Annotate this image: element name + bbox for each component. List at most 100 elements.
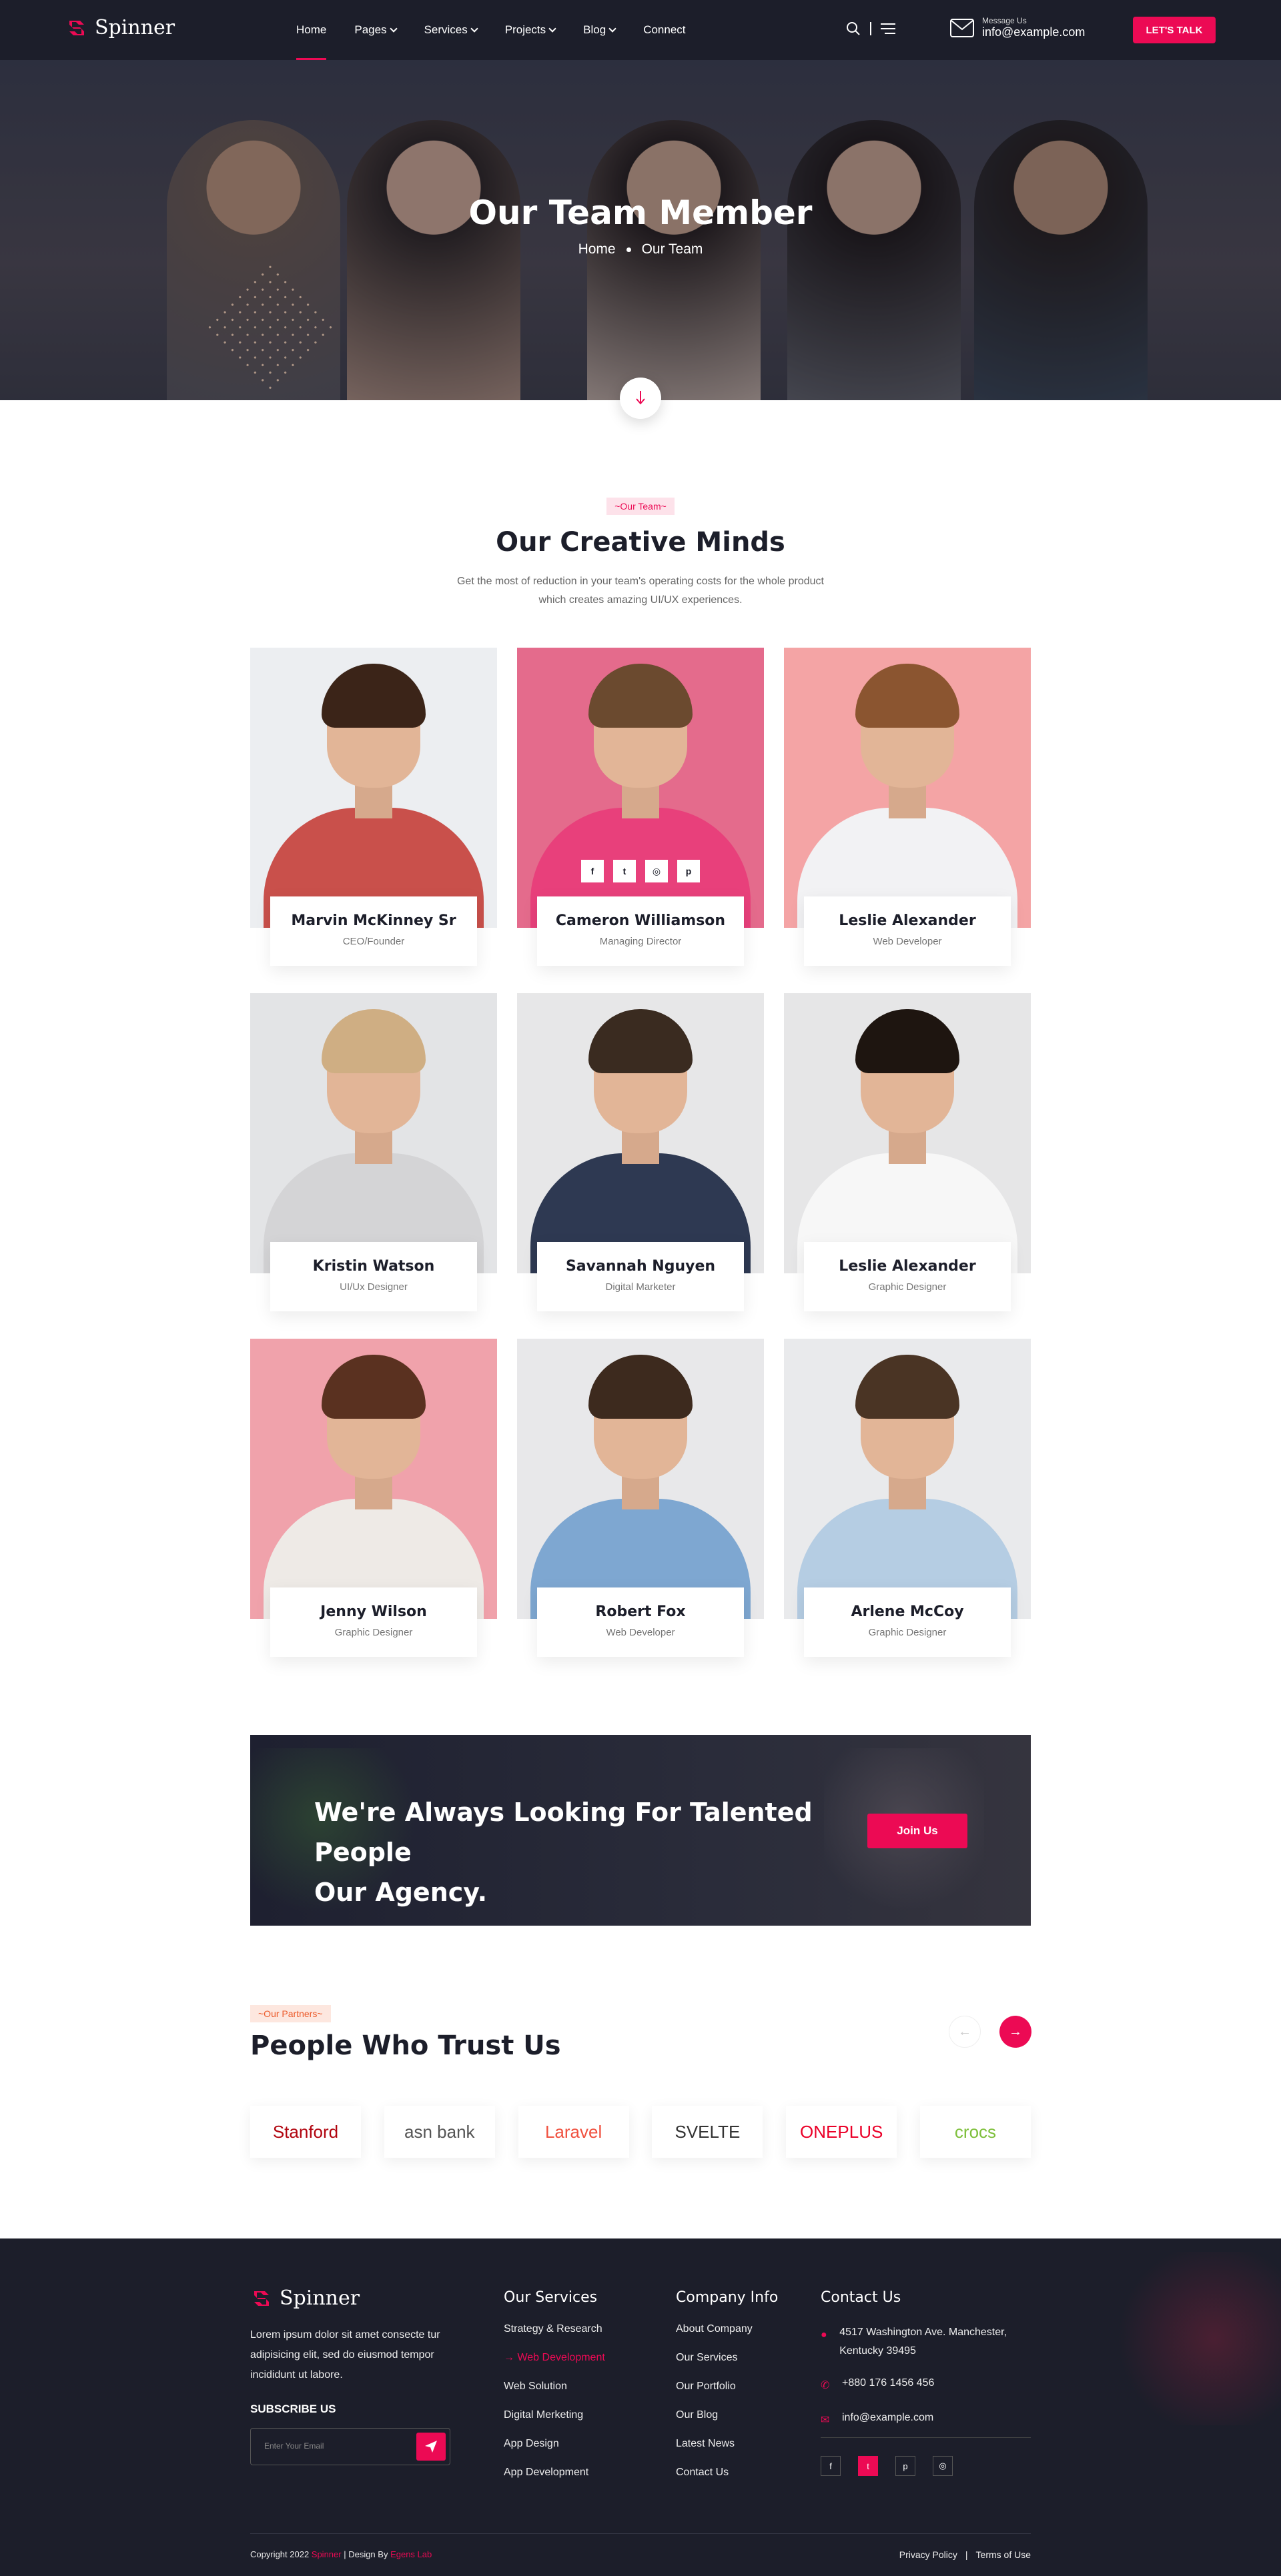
team-member-card[interactable]: Arlene McCoy Graphic Designer [784,1339,1031,1657]
footer-company-link[interactable]: About Company [676,2323,778,2352]
privacy-policy-link[interactable]: Privacy Policy [899,2549,957,2560]
subscribe-email-field[interactable]: Enter Your Email [250,2428,450,2465]
partner-logo[interactable]: asn bank [384,2106,495,2158]
contact-email[interactable]: ✉ info@example.com [821,2409,1034,2430]
spinner-logo-icon [254,2291,269,2306]
team-member-card[interactable]: Marvin McKinney Sr CEO/Founder [250,648,497,966]
partner-logo[interactable]: crocs [919,2106,1031,2158]
nav-home[interactable]: Home [296,0,327,60]
nav-pages-label: Pages [354,23,387,36]
message-icon: ✉ [821,2415,830,2426]
partner-logo[interactable]: Stanford [250,2106,361,2158]
header-tools [846,21,895,36]
message-us[interactable]: Message Us info@example.com [950,16,1085,39]
footer-service-link[interactable]: App Design [504,2438,605,2467]
partner-logo[interactable]: Laravel [518,2106,629,2158]
pinterest-icon[interactable]: p [895,2456,915,2476]
breadcrumb: Home Our Team [0,241,1281,257]
menu-icon[interactable] [881,23,895,35]
member-role: CEO/Founder [342,936,405,947]
footer-service-link[interactable]: Digital Merketing [504,2409,605,2438]
footer-logo[interactable]: Spinner [250,2287,360,2310]
legal-links: Privacy Policy | Terms of Use [899,2549,1031,2560]
footer-service-link[interactable]: Web Solution [504,2381,605,2409]
message-email: info@example.com [982,25,1086,39]
footer-contact-title: Contact Us [821,2289,901,2306]
nav-connect[interactable]: Connect [643,0,685,60]
nav-pages[interactable]: Pages [354,0,398,60]
scroll-down-button[interactable] [620,378,661,419]
footer-service-link[interactable]: App Development [504,2467,605,2495]
team-member-card[interactable]: Leslie Alexander Web Developer [784,648,1031,966]
email-text: info@example.com [842,2412,934,2423]
footer-company-link[interactable]: Our Blog [676,2409,778,2438]
team-member-card[interactable]: Robert Fox Web Developer [517,1339,764,1657]
instagram-icon[interactable]: ◎ [645,860,668,882]
member-name: Leslie Alexander [839,1258,976,1275]
team-member-card[interactable]: Savannah Nguyen Digital Marketer [517,993,764,1311]
lets-talk-button[interactable]: LET'S TALK [1133,17,1216,43]
facebook-icon[interactable]: f [821,2456,841,2476]
twitter-icon[interactable]: t [858,2456,878,2476]
nav-services[interactable]: Services [424,0,478,60]
team-member-card[interactable]: Jenny Wilson Graphic Designer [250,1339,497,1657]
partner-logo[interactable]: SVELTE [652,2106,763,2158]
nav-blog[interactable]: Blog [583,0,616,60]
footer-service-link[interactable]: Strategy & Research [504,2323,605,2352]
team-description: Get the most of reduction in your team's… [427,572,854,610]
page: Spinner Home Pages Services Projects Blo… [0,0,1281,2576]
join-us-button[interactable]: Join Us [867,1814,967,1848]
member-role: Managing Director [599,936,682,947]
partner-logo[interactable]: ONEPLUS [786,2106,897,2158]
member-role: Graphic Designer [334,1627,413,1638]
partners-prev-button[interactable]: ← [949,2016,981,2048]
member-info: Arlene McCoy Graphic Designer [804,1587,1011,1657]
facebook-icon[interactable]: f [581,860,604,882]
breadcrumb-separator [626,247,631,252]
member-photo: f t ◎ p [517,648,764,928]
team-member-card[interactable]: Leslie Alexander Graphic Designer [784,993,1031,1311]
contact-phone[interactable]: ✆ +880 176 1456 456 [821,2374,1034,2395]
nav-projects-label: Projects [504,23,546,36]
divider [870,22,871,35]
member-role: Digital Marketer [605,1281,676,1293]
member-photo [784,648,1031,928]
twitter-icon[interactable]: t [613,860,636,882]
copyright-brand-link[interactable]: Spinner [312,2549,342,2559]
partner-logo-label: Laravel [544,2121,602,2142]
brand-logo[interactable]: Spinner [65,16,175,39]
instagram-icon[interactable]: ◎ [933,2456,953,2476]
partner-logos: Stanford asn bank Laravel SVELTE ONEPLUS croc… [250,2106,1031,2158]
designer-link[interactable]: Egens Lab [390,2549,432,2559]
chevron-down-icon [548,25,556,33]
footer-brand-name: Spinner [280,2287,360,2310]
partner-logo-label: asn bank [404,2121,475,2142]
member-name: Arlene McCoy [851,1603,964,1620]
team-member-card[interactable]: Kristin Watson UI/Ux Designer [250,993,497,1311]
nav-blog-label: Blog [583,23,606,36]
footer-company-link[interactable]: Our Services [676,2352,778,2381]
footer-company-link[interactable]: Latest News [676,2438,778,2467]
footer-service-label: Web Development [517,2352,605,2363]
spinner-logo-icon [69,20,84,35]
team-member-card[interactable]: f t ◎ p Cameron Williamson Managing Dire… [517,648,764,966]
pinterest-icon[interactable]: p [677,860,700,882]
search-icon[interactable] [846,21,861,36]
member-name: Jenny Wilson [320,1603,427,1620]
member-name: Leslie Alexander [839,912,976,929]
nav-projects[interactable]: Projects [504,0,556,60]
partners-next-button[interactable]: → [999,2016,1031,2048]
footer-service-link[interactable]: → Web Development [504,2352,605,2381]
footer-company-link[interactable]: Our Portfolio [676,2381,778,2409]
partners-title: People Who Trust Us [250,2030,561,2061]
nav-services-label: Services [424,23,468,36]
breadcrumb-home[interactable]: Home [578,241,616,257]
footer-services-title: Our Services [504,2289,598,2306]
member-role: Graphic Designer [868,1281,947,1293]
footer-company-link[interactable]: Contact Us [676,2467,778,2495]
member-photo-hair [588,664,693,728]
subscribe-send-button[interactable] [416,2433,446,2461]
page-title: Our Team Member [468,193,813,232]
terms-of-use-link[interactable]: Terms of Use [976,2549,1031,2560]
member-photo [250,1339,497,1619]
